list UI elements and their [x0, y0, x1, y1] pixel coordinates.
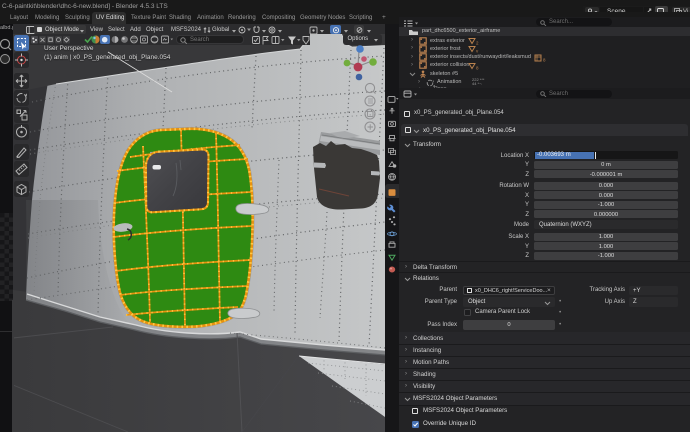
svg-text:8: 8 [476, 65, 479, 70]
svg-text:8: 8 [543, 57, 546, 62]
svg-text:v: v [476, 49, 479, 54]
